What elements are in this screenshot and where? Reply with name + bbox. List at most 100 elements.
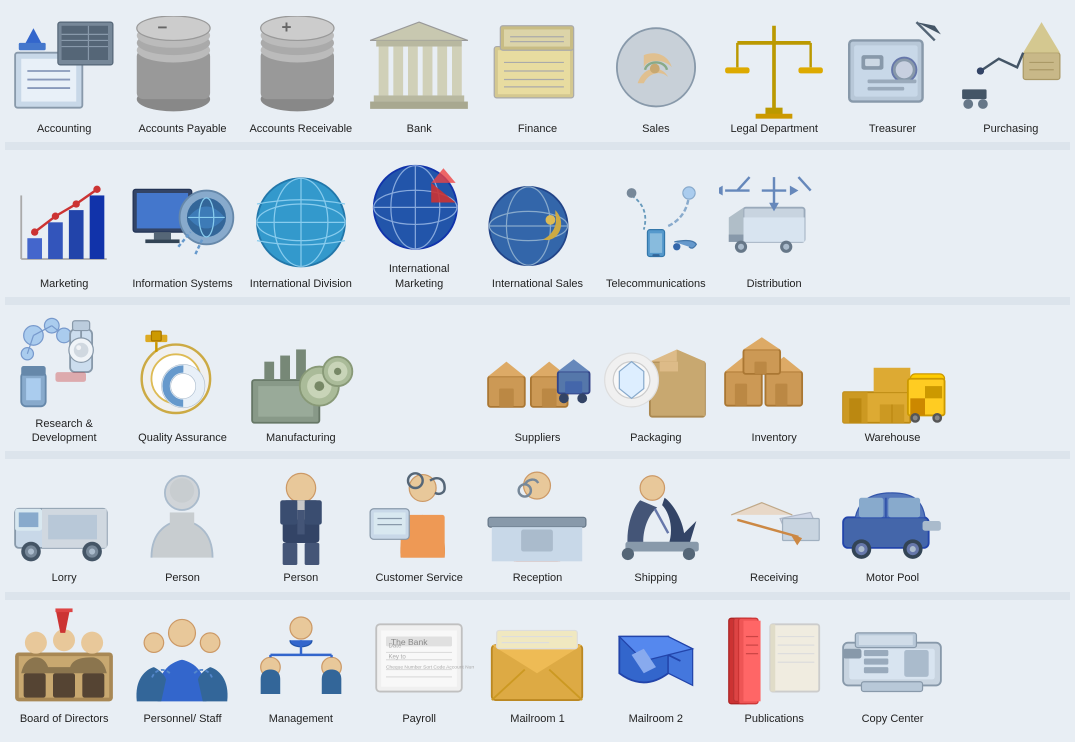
item-treasurer[interactable]: Treasurer	[833, 10, 951, 142]
icon-intl-marketing	[364, 158, 474, 258]
item-reception[interactable]: Reception	[478, 459, 596, 591]
item-suppliers[interactable]: Suppliers	[478, 305, 596, 452]
item-lorry[interactable]: Lorry	[5, 459, 123, 591]
item-publications[interactable]: Publications	[715, 600, 833, 732]
item-empty3a[interactable]	[360, 305, 478, 452]
label-shipping: Shipping	[634, 571, 677, 585]
item-empty3b[interactable]	[952, 305, 1070, 452]
icon-payroll: The Bank Date Key to Cheque Number Sort …	[364, 608, 474, 708]
icon-motor-pool	[837, 467, 947, 567]
icon-board	[9, 608, 119, 708]
icon-person1	[127, 467, 237, 567]
icon-distribution	[719, 173, 829, 273]
item-purchasing[interactable]: Purchasing	[952, 10, 1070, 142]
item-accounts-payable[interactable]: − Accounts Payable	[123, 10, 241, 142]
item-info-systems[interactable]: Information Systems	[123, 150, 241, 297]
item-intl-sales[interactable]: International Sales	[478, 150, 596, 297]
label-treasurer: Treasurer	[869, 122, 916, 136]
item-payroll[interactable]: The Bank Date Key to Cheque Number Sort …	[360, 600, 478, 732]
icon-bank	[364, 18, 474, 118]
item-warehouse[interactable]: Warehouse	[833, 305, 951, 452]
label-receiving: Receiving	[750, 571, 798, 585]
label-management: Management	[269, 712, 333, 726]
icon-accounts-receivable: +	[246, 18, 356, 118]
label-legal: Legal Department	[730, 122, 817, 136]
item-rnd[interactable]: Research & Development	[5, 305, 123, 452]
icon-lorry	[9, 467, 119, 567]
item-packaging[interactable]: Packaging	[597, 305, 715, 452]
item-manufacturing[interactable]: Manufacturing	[242, 305, 360, 452]
item-person1[interactable]: Person	[123, 459, 241, 591]
icon-legal	[719, 18, 829, 118]
item-qa[interactable]: Quality Assurance	[123, 305, 241, 452]
row-break-3	[5, 451, 1070, 459]
icon-mailroom1	[482, 608, 592, 708]
item-empty2b[interactable]	[952, 150, 1070, 297]
icon-customer-service	[364, 467, 474, 567]
item-empty5a[interactable]	[952, 600, 1070, 732]
label-finance: Finance	[518, 122, 557, 136]
icon-empty3a	[364, 341, 474, 441]
item-management[interactable]: Management	[242, 600, 360, 732]
icon-qa	[127, 327, 237, 427]
label-accounting: Accounting	[37, 122, 91, 136]
item-sales[interactable]: Sales	[597, 10, 715, 142]
label-inventory: Inventory	[752, 431, 797, 445]
item-receiving[interactable]: Receiving	[715, 459, 833, 591]
item-mailroom2[interactable]: Mailroom 2	[597, 600, 715, 732]
item-empty2a[interactable]	[833, 150, 951, 297]
label-accounts-payable: Accounts Payable	[138, 122, 226, 136]
icon-mailroom2	[601, 608, 711, 708]
item-accounts-receivable[interactable]: + Accounts Receivable	[242, 10, 360, 142]
item-personnel[interactable]: Personnel/ Staff	[123, 600, 241, 732]
item-customer-service[interactable]: Customer Service	[360, 459, 478, 591]
item-board[interactable]: Board of Directors	[5, 600, 123, 732]
row-break-2	[5, 297, 1070, 305]
item-mailroom1[interactable]: Mailroom 1	[478, 600, 596, 732]
item-intl-division[interactable]: International Division	[242, 150, 360, 297]
item-bank[interactable]: Bank	[360, 10, 478, 142]
icon-treasurer	[837, 18, 947, 118]
label-intl-marketing: International Marketing	[364, 262, 474, 291]
label-personnel: Personnel/ Staff	[143, 712, 221, 726]
label-copy-center: Copy Center	[862, 712, 924, 726]
icon-empty4a	[956, 482, 1066, 582]
icon-manufacturing	[246, 327, 356, 427]
label-info-systems: Information Systems	[132, 277, 232, 291]
icon-finance	[482, 18, 592, 118]
item-empty4a[interactable]	[952, 459, 1070, 591]
label-person2: Person	[283, 571, 318, 585]
icon-shipping	[601, 467, 711, 567]
icon-info-systems	[127, 173, 237, 273]
icon-copy-center	[837, 608, 947, 708]
icon-management	[246, 608, 356, 708]
icon-empty5a	[956, 622, 1066, 722]
icon-warehouse	[837, 327, 947, 427]
item-inventory[interactable]: Inventory	[715, 305, 833, 452]
icon-intl-division	[246, 173, 356, 273]
icon-grid: Accounting − Accounts Payable + Accounts…	[0, 0, 1075, 742]
item-intl-marketing[interactable]: International Marketing	[360, 150, 478, 297]
item-shipping[interactable]: Shipping	[597, 459, 715, 591]
label-mailroom1: Mailroom 1	[510, 712, 564, 726]
item-telecom[interactable]: Telecommunications	[597, 150, 715, 297]
item-person2[interactable]: Person	[242, 459, 360, 591]
label-publications: Publications	[745, 712, 804, 726]
label-customer-service: Customer Service	[375, 571, 462, 585]
item-legal[interactable]: Legal Department	[715, 10, 833, 142]
item-distribution[interactable]: Distribution	[715, 150, 833, 297]
item-finance[interactable]: Finance	[478, 10, 596, 142]
icon-publications	[719, 608, 829, 708]
item-accounting[interactable]: Accounting	[5, 10, 123, 142]
icon-inventory	[719, 327, 829, 427]
label-manufacturing: Manufacturing	[266, 431, 336, 445]
item-marketing[interactable]: Marketing	[5, 150, 123, 297]
label-mailroom2: Mailroom 2	[629, 712, 683, 726]
svg-text:Cheque Number Sort Code Acco: Cheque Number Sort Code Account Number	[386, 664, 474, 670]
label-telecom: Telecommunications	[606, 277, 706, 291]
item-copy-center[interactable]: Copy Center	[833, 600, 951, 732]
item-motor-pool[interactable]: Motor Pool	[833, 459, 951, 591]
label-board: Board of Directors	[20, 712, 109, 726]
label-packaging: Packaging	[630, 431, 681, 445]
svg-text:−: −	[158, 18, 168, 37]
